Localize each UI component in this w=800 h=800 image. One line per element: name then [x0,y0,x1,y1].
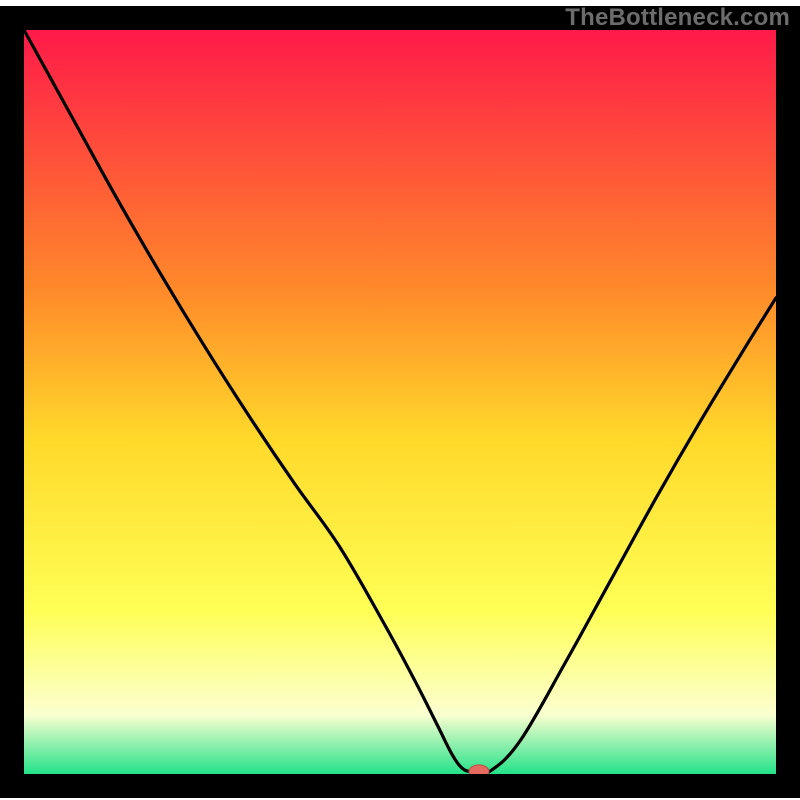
watermark-text: TheBottleneck.com [565,4,790,32]
bottleneck-chart [0,0,800,800]
chart-frame: TheBottleneck.com [0,0,800,800]
plot-background [24,30,776,774]
